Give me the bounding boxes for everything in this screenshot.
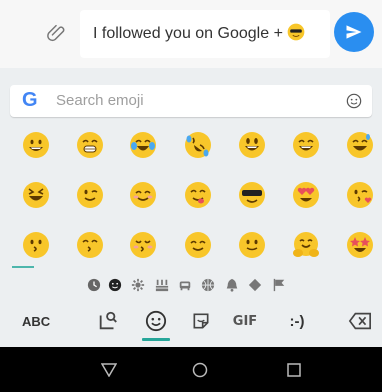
send-arrow-icon [346, 25, 362, 39]
kissing-face-icon[interactable] [22, 231, 50, 259]
flags-icon[interactable] [272, 278, 286, 292]
sticker-search-icon [99, 311, 117, 330]
travel-places-icon[interactable] [178, 278, 192, 292]
grinning-squinting-face-icon[interactable] [22, 181, 50, 209]
search-placeholder: Search emoji [56, 92, 144, 109]
beaming-face-with-smiling-eyes-icon[interactable] [76, 131, 104, 159]
kissing-face-with-closed-eyes-icon[interactable] [129, 231, 157, 259]
grinning-face-icon[interactable] [22, 131, 50, 159]
abc-key[interactable]: ABC [22, 314, 50, 329]
smileys-icon[interactable] [108, 278, 122, 292]
face-savoring-food-icon[interactable] [184, 181, 212, 209]
grinning-face-with-sweat-icon[interactable] [346, 131, 374, 159]
paperclip-icon[interactable] [46, 22, 68, 44]
star-struck-icon[interactable] [346, 231, 374, 259]
emoji-category-bar [0, 276, 382, 296]
send-button[interactable] [334, 12, 374, 52]
objects-icon[interactable] [225, 278, 239, 292]
activities-icon[interactable] [201, 278, 215, 292]
emoticon-key[interactable]: :-) [282, 308, 312, 334]
recent-icon[interactable] [87, 278, 101, 292]
home-circle-icon [192, 362, 208, 378]
backspace-icon [348, 312, 371, 330]
smiling-face-with-sunglasses-icon [287, 23, 305, 41]
smiling-face-with-smiling-eyes-icon[interactable] [129, 181, 157, 209]
grinning-face-with-smiling-eyes-icon[interactable] [292, 131, 320, 159]
grinning-face-with-big-eyes-icon[interactable] [238, 131, 266, 159]
back-button[interactable] [98, 359, 120, 381]
compose-bar: I followed you on Google + [0, 0, 382, 68]
food-drink-icon[interactable] [155, 278, 169, 292]
message-input[interactable]: I followed you on Google + [80, 10, 330, 58]
google-logo: G [22, 89, 38, 111]
sticker-key[interactable] [190, 308, 212, 334]
smiling-face-icon[interactable] [184, 231, 212, 259]
winking-face-icon[interactable] [76, 181, 104, 209]
system-navigation-bar [0, 347, 382, 392]
smiling-face-with-sunglasses-icon[interactable] [238, 181, 266, 209]
gif-key[interactable]: GIF [230, 308, 260, 334]
hugging-face-icon[interactable] [292, 231, 320, 259]
emoji-grid [0, 131, 382, 263]
recents-button[interactable] [283, 359, 305, 381]
symbols-icon[interactable] [248, 278, 262, 292]
scroll-indicator [12, 266, 34, 268]
delete-key[interactable] [346, 308, 374, 334]
message-text: I followed you on Google + [93, 23, 305, 43]
smiley-outline-icon[interactable] [346, 93, 362, 109]
back-triangle-icon [101, 363, 117, 377]
recents-square-icon [287, 363, 301, 377]
smiling-face-with-heart-eyes-icon[interactable] [292, 181, 320, 209]
smiley-icon [145, 310, 167, 332]
kissing-face-with-smiling-eyes-icon[interactable] [76, 231, 104, 259]
rolling-on-the-floor-laughing-icon[interactable] [184, 131, 212, 159]
home-button[interactable] [189, 359, 211, 381]
emoji-search-bar[interactable]: G Search emoji [10, 85, 372, 117]
keyboard-bottom-row: ABC GIF :-) [0, 300, 382, 344]
face-with-tears-of-joy-icon[interactable] [129, 131, 157, 159]
active-tab-indicator [142, 338, 170, 341]
sticker-icon [193, 313, 209, 329]
face-blowing-a-kiss-icon[interactable] [346, 181, 374, 209]
slightly-smiling-face-icon[interactable] [238, 231, 266, 259]
sticker-search-key[interactable] [95, 308, 121, 334]
animals-nature-icon[interactable] [131, 278, 145, 292]
emoji-tab-key[interactable] [142, 308, 170, 334]
emoji-keyboard: G Search emoji ABC GIF:-) [0, 68, 382, 347]
